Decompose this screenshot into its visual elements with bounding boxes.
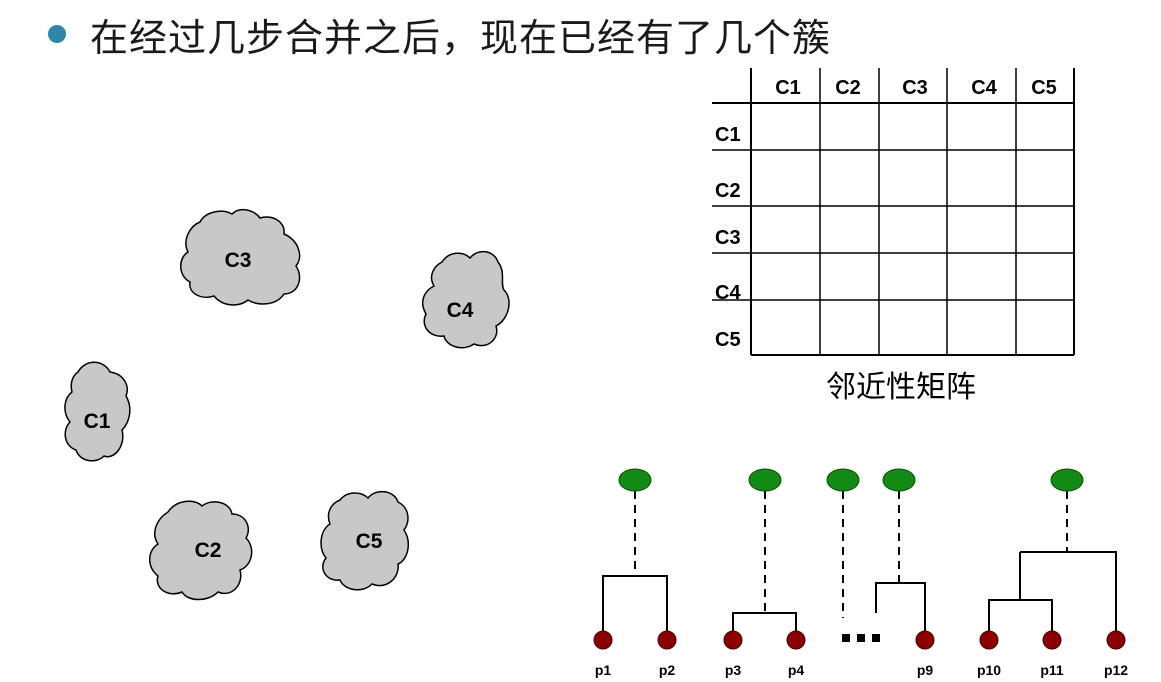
cluster-label: C3	[225, 249, 252, 272]
leaf-label: p2	[659, 662, 676, 678]
matrix-row-header: C1	[715, 124, 741, 146]
leaf-node	[723, 630, 743, 650]
leaf-labels: p1 p2 p3 p4 p9 p10 p11 p12	[595, 662, 1128, 678]
root-node	[618, 468, 652, 492]
dendrogram-branches	[602, 551, 1117, 632]
proximity-matrix	[712, 68, 1075, 356]
cluster-label: C4	[447, 299, 474, 322]
leaf-label: p3	[725, 662, 742, 678]
cluster-label: C2	[195, 539, 222, 562]
matrix-row-header: C3	[715, 227, 741, 249]
leaf-node	[915, 630, 935, 650]
leaf-node	[1106, 630, 1126, 650]
dendrogram: p1 p2 p3 p4 p9 p10 p11 p12	[593, 468, 1128, 678]
matrix-row-header: C5	[715, 329, 741, 351]
root-node	[826, 468, 860, 492]
matrix-caption: 邻近性矩阵	[826, 370, 976, 405]
leaf-label: p9	[917, 662, 934, 678]
leaf-label: p11	[1040, 662, 1064, 678]
cluster-label: C1	[84, 410, 111, 433]
matrix-row-header: C4	[715, 282, 741, 304]
root-node	[748, 468, 782, 492]
leaf-node	[786, 630, 806, 650]
matrix-row-headers: C1 C2 C3 C4 C5	[715, 124, 741, 351]
leaf-node	[979, 630, 999, 650]
cluster-label: C5	[356, 530, 383, 553]
matrix-col-header: C3	[902, 77, 928, 99]
matrix-col-header: C2	[835, 77, 861, 99]
root-node	[882, 468, 916, 492]
leaf-node	[657, 630, 677, 650]
leaf-label: p4	[788, 662, 805, 678]
matrix-col-headers: C1 C2 C3 C4 C5	[775, 77, 1057, 99]
cluster-blobs	[64, 208, 510, 601]
leaf-node	[1042, 630, 1062, 650]
ellipsis-squares	[842, 634, 880, 642]
matrix-row-header: C2	[715, 180, 741, 202]
leaf-label: p12	[1104, 662, 1128, 678]
diagram-canvas: C3 C4 C1 C2 C5 C1 C2 C3 C4 C5 C1 C2 C3 C…	[64, 68, 1128, 678]
dendrogram-dashed-links	[634, 491, 1068, 618]
dendrogram-roots	[618, 468, 1084, 492]
matrix-col-header: C5	[1031, 77, 1057, 99]
matrix-col-header: C4	[971, 77, 997, 99]
leaf-node	[593, 630, 613, 650]
root-node	[1050, 468, 1084, 492]
matrix-col-header: C1	[775, 77, 801, 99]
leaf-label: p10	[977, 662, 1001, 678]
leaf-label: p1	[595, 662, 612, 678]
